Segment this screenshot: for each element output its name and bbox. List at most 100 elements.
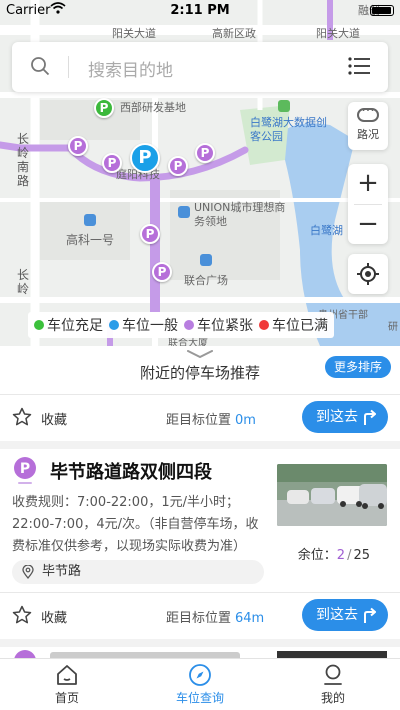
remaining-label: 余位：	[297, 548, 337, 563]
parking-pin[interactable]: P	[94, 98, 114, 118]
sheet-handle-icon[interactable]	[186, 350, 214, 358]
navigate-label: 到这去	[316, 607, 358, 623]
selected-parking-pin[interactable]: P	[130, 143, 160, 173]
star-icon[interactable]	[12, 605, 32, 625]
compass-icon	[189, 664, 211, 686]
legend-item: 车位紧张	[184, 315, 253, 335]
locate-icon	[357, 263, 379, 285]
zoom-control: + −	[348, 164, 388, 244]
divider	[0, 441, 400, 449]
search-icon	[31, 57, 50, 76]
map-label: 白鹭湖大数据创客公园	[250, 116, 327, 143]
address-text: 毕节路	[42, 564, 82, 579]
turn-right-icon	[364, 409, 376, 425]
tab-parking-search[interactable]: 车位查询	[150, 663, 250, 706]
legend-item: 车位一般	[109, 315, 178, 335]
map-label: 长岭南路	[17, 132, 30, 188]
legend-item: 车位充足	[34, 315, 103, 335]
next-lot-photo	[277, 651, 387, 658]
map-label: 西部研发基地	[120, 101, 186, 114]
map-label: 阳关大道	[316, 27, 360, 40]
park-icon	[278, 100, 290, 112]
building-icon	[178, 206, 190, 218]
legend-label: 车位一般	[122, 318, 178, 334]
clock: 2:11 PM	[170, 3, 230, 18]
legend-dot	[34, 320, 44, 330]
lot-address: 毕节路	[12, 560, 264, 584]
map-label: 长岭	[17, 268, 30, 296]
zoom-out-button[interactable]: −	[348, 205, 388, 245]
divider	[0, 639, 400, 647]
legend-label: 车位紧张	[197, 318, 253, 334]
parking-pin[interactable]: P	[168, 156, 188, 176]
search-bar[interactable]: 搜索目的地	[12, 42, 388, 92]
distance-label: 距目标位置	[166, 611, 232, 626]
map-label: 高新区政	[212, 27, 256, 40]
navigate-button[interactable]: 到这去	[302, 401, 388, 433]
distance-info: 距目标位置 0m	[166, 409, 256, 428]
tab-label: 车位查询	[175, 691, 224, 705]
more-sort-button[interactable]: 更多排序	[324, 356, 391, 378]
turn-right-icon	[364, 607, 376, 623]
parking-pin[interactable]: P	[195, 143, 215, 163]
legend-dot	[109, 320, 119, 330]
legend-dot	[259, 320, 269, 330]
location-pin-icon	[22, 565, 34, 579]
zoom-in-button[interactable]: +	[348, 164, 388, 204]
distance-value: 64m	[235, 611, 265, 626]
traffic-button[interactable]: 路况	[348, 102, 388, 150]
home-icon	[57, 665, 77, 685]
fee-rules: 收费规则：7:00-22:00，1元/半小时；22:00-7:00，4元/次。（…	[12, 495, 259, 554]
traffic-icon	[357, 103, 379, 122]
tab-bar: 首页 车位查询 我的	[0, 658, 400, 710]
map-label: 阳关大道	[112, 27, 156, 40]
parking-pin[interactable]: P	[102, 153, 122, 173]
building-icon	[84, 214, 96, 226]
distance-info: 距目标位置 64m	[166, 607, 264, 626]
parking-lot-icon	[14, 650, 36, 658]
navigate-label: 到这去	[316, 409, 358, 425]
remaining-spaces: 余位：2/25	[298, 544, 370, 563]
parking-pin[interactable]: P	[68, 136, 88, 156]
lot-name[interactable]: 毕节路道路双侧四段	[50, 458, 212, 484]
distance-value: 0m	[235, 413, 256, 428]
tab-label: 我的	[320, 691, 345, 705]
svg-text:P: P	[20, 461, 30, 477]
map-label: 联合广场	[184, 274, 228, 287]
lot-photo[interactable]	[277, 464, 387, 526]
distance-label: 距目标位置	[166, 413, 232, 428]
tab-home[interactable]: 首页	[17, 663, 117, 706]
parking-lot-icon: P	[14, 457, 36, 484]
status-bar: Carrier 2:11 PM	[0, 0, 400, 20]
map-label: 高科一号	[66, 233, 115, 247]
building-icon	[200, 254, 212, 266]
tab-profile[interactable]: 我的	[283, 663, 383, 706]
map-label: 研	[388, 322, 398, 333]
star-icon[interactable]	[12, 407, 32, 427]
total-count: 25	[353, 548, 370, 563]
user-icon	[324, 664, 342, 685]
parking-legend: 车位充足 车位一般 车位紧张 车位已满	[28, 312, 334, 338]
remaining-count: 2	[336, 548, 346, 563]
locate-button[interactable]	[348, 254, 388, 294]
legend-dot	[184, 320, 194, 330]
tab-label: 首页	[54, 691, 79, 705]
navigate-button[interactable]: 到这去	[302, 599, 388, 631]
traffic-label: 路况	[357, 128, 379, 141]
list-menu-icon[interactable]	[348, 57, 370, 75]
parking-list-sheet: 附近的停车场推荐 更多排序 收藏 距目标位置 0m 到这去 P 毕节路道路双侧四段…	[0, 346, 400, 658]
legend-item: 车位已满	[259, 315, 328, 335]
parking-pin[interactable]: P	[152, 262, 172, 282]
lot-action-row: 收藏 距目标位置 64m 到这去	[0, 593, 400, 639]
map-label: UNION城市理想商务领地	[194, 201, 286, 228]
favorite-label[interactable]: 收藏	[41, 607, 67, 626]
lot-action-row: 收藏 距目标位置 0m 到这去	[0, 395, 400, 441]
search-input[interactable]: 搜索目的地	[88, 56, 173, 81]
battery-icon	[370, 5, 394, 16]
legend-label: 车位已满	[272, 318, 328, 334]
legend-label: 车位充足	[47, 318, 103, 334]
map-label: 白鹭湖	[310, 224, 343, 237]
divider	[68, 56, 69, 78]
parking-pin[interactable]: P	[140, 224, 160, 244]
favorite-label[interactable]: 收藏	[41, 409, 67, 428]
